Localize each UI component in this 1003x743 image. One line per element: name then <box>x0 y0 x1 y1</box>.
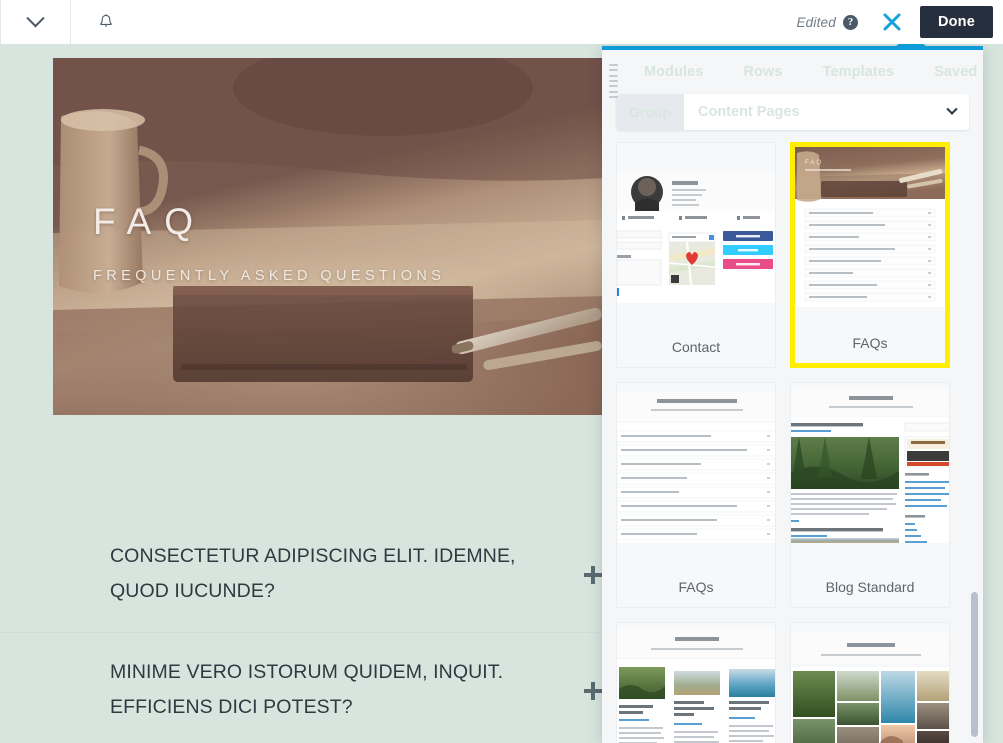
done-button[interactable]: Done <box>920 6 993 38</box>
blog-standard-template-preview <box>791 383 949 569</box>
template-list[interactable]: Contact <box>602 142 983 743</box>
plus-icon[interactable] <box>584 566 602 584</box>
panel-drag-handle[interactable] <box>609 64 618 98</box>
panel-scrollbar-thumb[interactable] <box>971 592 978 737</box>
blog-grid-template-preview <box>617 623 775 743</box>
group-select[interactable]: Group Content Pages <box>616 94 969 130</box>
hero-section[interactable]: FAQ FREQUENTLY ASKED QUESTIONS <box>53 58 605 415</box>
tab-modules[interactable]: Modules <box>628 64 724 80</box>
svg-text:FAQ: FAQ <box>805 160 823 166</box>
contact-template-preview <box>617 143 775 329</box>
faq-accordion: CONSECTETUR ADIPISCING ELIT. IDEMNE, QUO… <box>0 517 620 743</box>
template-caption: Contact <box>617 329 775 367</box>
template-thumbnail <box>791 623 949 743</box>
content-panel: Modules Rows Templates Saved Group Conte… <box>602 46 983 743</box>
group-selected-value: Content Pages <box>684 104 935 120</box>
faq-item[interactable]: MINIME VERO ISTORUM QUIDEM, INQUIT. EFFI… <box>0 633 620 743</box>
faq-item[interactable]: CONSECTETUR ADIPISCING ELIT. IDEMNE, QUO… <box>0 517 620 633</box>
template-card-faqs[interactable]: FAQs <box>616 382 776 608</box>
template-thumbnail: FAQ <box>795 147 945 325</box>
template-card-blog-masonry[interactable] <box>790 622 950 743</box>
faq-hero-template-preview: FAQ <box>795 147 945 325</box>
template-card-blog-grid[interactable] <box>616 622 776 743</box>
notifications-button[interactable] <box>70 0 140 44</box>
blog-masonry-template-preview <box>791 623 949 743</box>
template-card-blog-standard[interactable]: Blog Standard <box>790 382 950 608</box>
group-label: Group <box>616 94 684 130</box>
template-thumbnail <box>617 623 775 743</box>
admin-bar: Edited ? Done <box>0 0 1003 44</box>
tab-saved[interactable]: Saved <box>914 64 983 80</box>
hero-title: FAQ <box>93 203 445 240</box>
close-button[interactable] <box>870 0 914 44</box>
template-caption: FAQs <box>617 569 775 607</box>
chevron-down-icon <box>26 9 44 27</box>
help-icon[interactable]: ? <box>843 15 858 30</box>
panel-tabs: Modules Rows Templates Saved <box>602 50 983 94</box>
template-thumbnail <box>617 383 775 569</box>
template-thumbnail <box>791 383 949 569</box>
template-grid: Contact <box>616 142 969 743</box>
admin-bar-left <box>0 0 140 44</box>
faq-question: MINIME VERO ISTORUM QUIDEM, INQUIT. EFFI… <box>110 655 550 724</box>
group-filter-bar: Group Content Pages <box>602 94 983 142</box>
template-caption: Blog Standard <box>791 569 949 607</box>
template-caption: FAQs <box>795 325 945 363</box>
template-thumbnail <box>617 143 775 329</box>
plus-icon[interactable] <box>584 682 602 700</box>
hero-text-block: FAQ FREQUENTLY ASKED QUESTIONS <box>93 203 445 284</box>
chevron-down-icon[interactable] <box>935 108 969 116</box>
faq-question: CONSECTETUR ADIPISCING ELIT. IDEMNE, QUO… <box>110 539 550 608</box>
hero-subtitle: FREQUENTLY ASKED QUESTIONS <box>93 268 445 284</box>
template-card-contact[interactable]: Contact <box>616 142 776 368</box>
tab-templates[interactable]: Templates <box>803 64 915 80</box>
tab-rows[interactable]: Rows <box>724 64 803 80</box>
close-icon <box>881 11 903 33</box>
edited-status: Edited <box>796 15 835 30</box>
faq-plain-template-preview <box>617 383 775 569</box>
admin-bar-right: Edited ? Done <box>796 0 1003 44</box>
bell-icon <box>97 13 115 31</box>
screen: Edited ? Done <box>0 0 1003 743</box>
collapse-menu-button[interactable] <box>0 0 70 44</box>
template-card-faqs-selected[interactable]: FAQ <box>790 142 950 368</box>
